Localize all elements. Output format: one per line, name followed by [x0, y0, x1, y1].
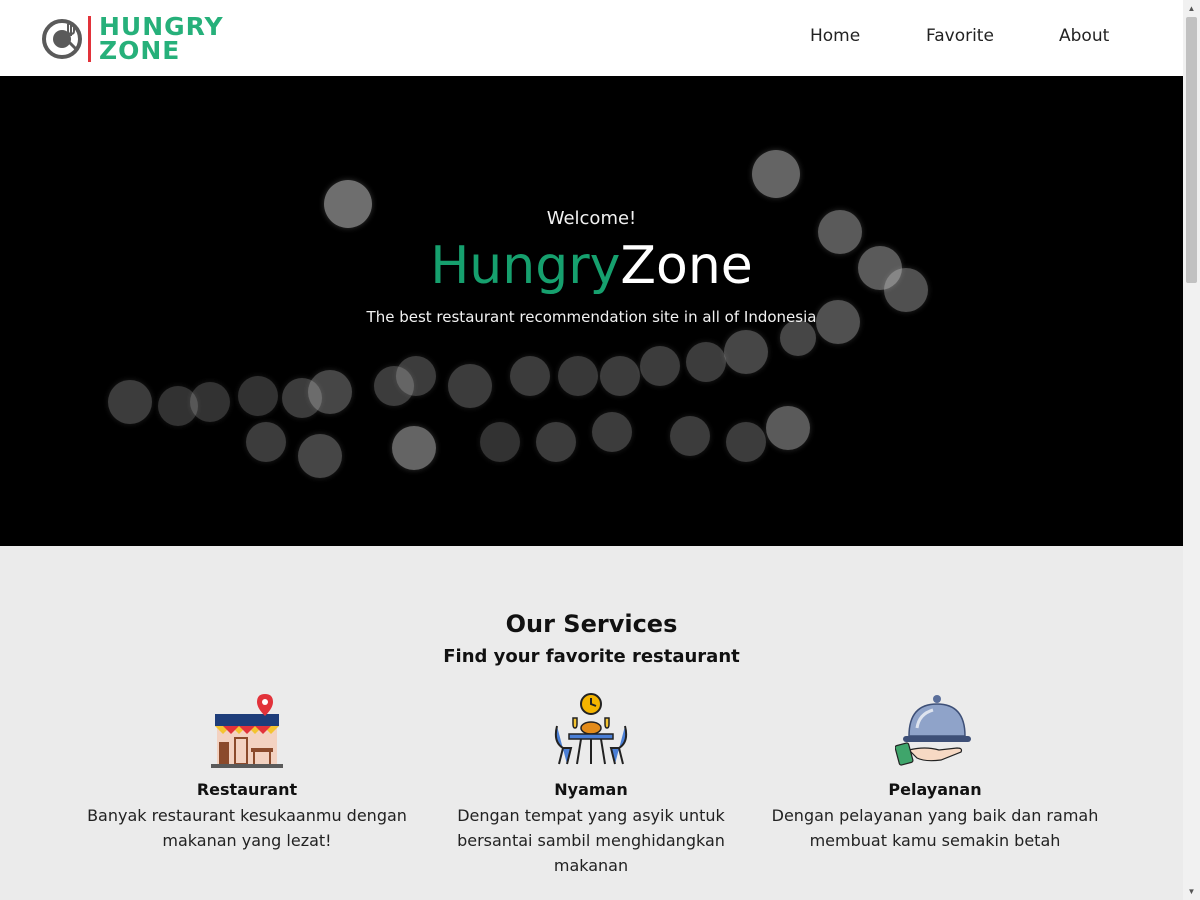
- service-name: Restaurant: [196, 780, 298, 799]
- bokeh-light: [686, 342, 726, 382]
- page: HUNGRY ZONE Home Favorite About Welcome!…: [0, 0, 1183, 900]
- logo-wordmark: HUNGRY ZONE: [99, 14, 224, 65]
- bokeh-light: [536, 422, 576, 462]
- services-title: Our Services: [505, 610, 678, 638]
- bokeh-light: [640, 346, 680, 386]
- bokeh-light: [752, 150, 800, 198]
- nav-about[interactable]: About: [1059, 26, 1109, 46]
- scrollbar-thumb[interactable]: [1186, 17, 1197, 283]
- bokeh-light: [282, 378, 322, 418]
- service-card-nyaman: Nyaman Dengan tempat yang asyik untuk be…: [421, 692, 761, 878]
- bokeh-light: [298, 434, 342, 478]
- hero-welcome: Welcome!: [546, 208, 637, 229]
- bokeh-light: [600, 356, 640, 396]
- bokeh-light: [592, 412, 632, 452]
- service-description: Dengan pelayanan yang baik dan ramah mem…: [771, 806, 1099, 850]
- bokeh-light: [558, 356, 598, 396]
- hero-title-zone: Zone: [620, 236, 753, 296]
- service-description: Banyak restaurant kesukaanmu dengan maka…: [87, 806, 407, 850]
- bokeh-light: [670, 416, 710, 456]
- services-subtitle: Find your favorite restaurant: [443, 646, 740, 667]
- bokeh-light: [510, 356, 550, 396]
- bokeh-light: [724, 330, 768, 374]
- logo[interactable]: HUNGRY ZONE: [41, 14, 224, 64]
- bokeh-light: [448, 364, 492, 408]
- bokeh-light: [246, 422, 286, 462]
- hero-banner: Welcome! HungryZone The best restaurant …: [0, 76, 1183, 546]
- hero-title: HungryZone: [0, 236, 1183, 296]
- services-section: Our Services Find your favorite restaura…: [0, 546, 1183, 900]
- plate-logo-icon: [42, 19, 82, 59]
- restaurant-icon: [211, 694, 283, 768]
- bokeh-light: [392, 426, 436, 470]
- scroll-down-arrow-icon[interactable]: ▼: [1183, 883, 1200, 900]
- site-header: HUNGRY ZONE Home Favorite About: [0, 0, 1183, 76]
- scroll-up-arrow-icon[interactable]: ▲: [1183, 0, 1200, 17]
- service-card-restaurant: Restaurant Banyak restaurant kesukaanmu …: [77, 692, 417, 853]
- service-name: Nyaman: [554, 780, 628, 799]
- dining-table-icon: [554, 693, 628, 765]
- service-name: Pelayanan: [888, 780, 982, 799]
- page-scrollbar[interactable]: ▲ ▼: [1183, 0, 1200, 900]
- bokeh-light: [238, 376, 278, 416]
- hero-tagline: The best restaurant recommendation site …: [366, 308, 817, 326]
- serving-cloche-icon: [895, 695, 971, 766]
- nav-home[interactable]: Home: [810, 26, 860, 46]
- bokeh-light: [726, 422, 766, 462]
- bokeh-light: [766, 406, 810, 450]
- bokeh-light: [480, 422, 520, 462]
- bokeh-light: [108, 380, 152, 424]
- service-description: Dengan tempat yang asyik untuk bersantai…: [457, 806, 725, 875]
- logo-divider: [88, 16, 91, 62]
- bokeh-light: [374, 366, 414, 406]
- logo-line-2: ZONE: [99, 36, 181, 65]
- service-card-pelayanan: Pelayanan Dengan pelayanan yang baik dan…: [765, 692, 1105, 853]
- nav-favorite[interactable]: Favorite: [926, 26, 994, 46]
- hero-title-hungry: Hungry: [430, 236, 621, 296]
- bokeh-light: [158, 386, 198, 426]
